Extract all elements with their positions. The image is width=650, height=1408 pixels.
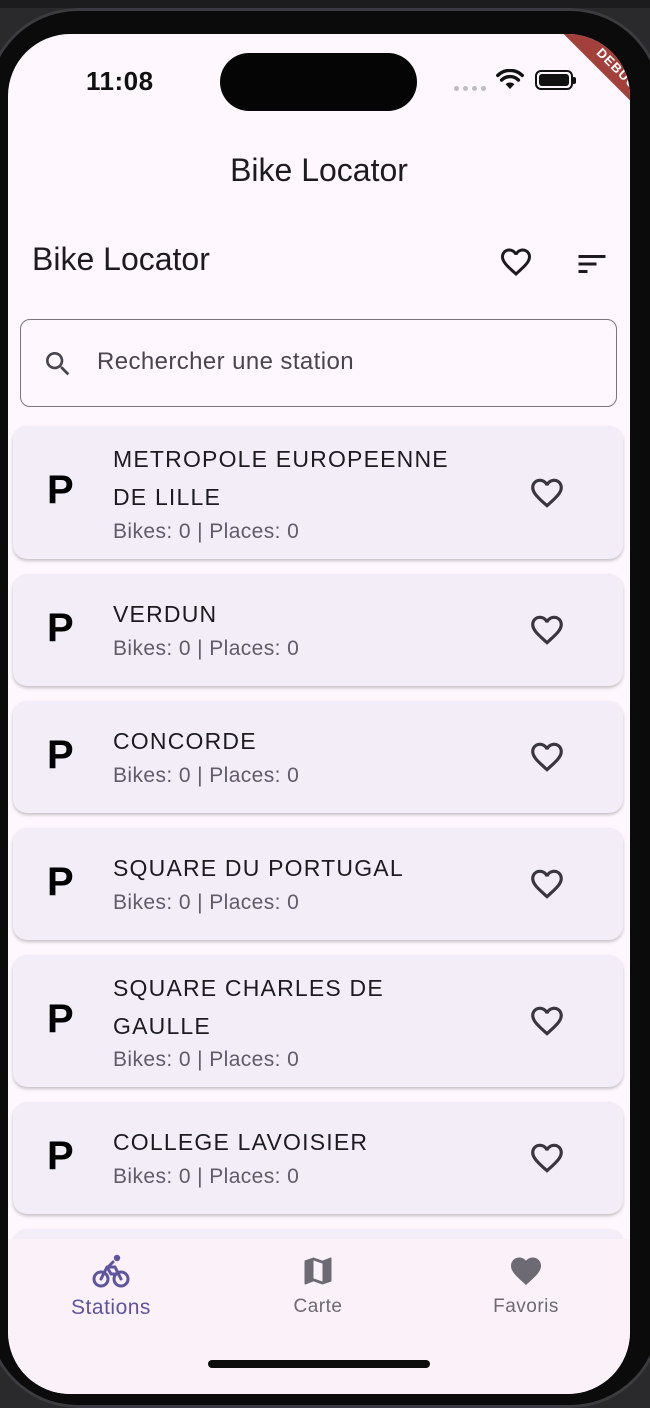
heart-filled-icon [511,1257,541,1286]
station-availability: Bikes: 0 | Places: 0 [113,891,300,914]
dynamic-island [220,53,417,111]
nav-favoris-label: Favoris [493,1296,559,1317]
favorite-outline-icon[interactable] [528,1139,566,1177]
nav-favoris[interactable]: Favoris [446,1253,606,1318]
top-edge [0,0,650,8]
station-availability: Bikes: 0 | Places: 0 [113,1048,300,1071]
parking-icon: P [47,606,74,650]
search-field[interactable]: Rechercher une station [20,319,617,407]
favorite-outline-icon[interactable] [528,738,566,776]
app-title: Bike Locator [230,152,408,188]
station-card[interactable]: P METROPOLE EUROPEENNE DE LILLE Bikes: 0… [13,426,623,559]
search-placeholder: Rechercher une station [97,348,354,375]
station-name: SQUARE CHARLES DE GAULLE [113,975,384,1039]
station-card[interactable]: P COLLEGE LAVOISIER Bikes: 0 | Places: 0 [13,1102,623,1214]
parking-icon: P [47,997,74,1041]
station-name: VERDUN [113,601,218,627]
station-name: METROPOLE EUROPEENNE DE LILLE [113,446,449,510]
nav-stations[interactable]: Stations [31,1253,191,1320]
status-time: 11:08 [86,66,154,96]
nav-carte-label: Carte [293,1296,343,1317]
home-indicator [208,1360,430,1368]
parking-icon: P [47,1134,74,1178]
station-name: CONCORDE [113,728,257,754]
bottom-navigation: Stations Carte Favoris [8,1239,630,1394]
nav-carte[interactable]: Carte [238,1253,398,1318]
favorite-outline-icon[interactable] [528,474,566,512]
wifi-icon [496,69,524,89]
favorite-outline-icon[interactable] [528,865,566,903]
signal-icon [454,86,486,91]
page-title: Bike Locator [32,241,210,277]
favorite-outline-icon[interactable] [498,244,534,280]
map-icon [304,1257,332,1285]
debug-banner: DEBUG [534,34,630,130]
search-icon [46,352,70,376]
station-card[interactable]: P VERDUN Bikes: 0 | Places: 0 [13,574,623,686]
phone-screen: 11:08 DEBUG Bike Locator Bike Locator Re… [8,34,630,1394]
station-availability: Bikes: 0 | Places: 0 [113,637,300,660]
parking-icon: P [47,733,74,777]
bike-icon [92,1254,130,1288]
station-availability: Bikes: 0 | Places: 0 [113,764,300,787]
nav-stations-label: Stations [71,1296,151,1319]
debug-label: DEBUG [554,34,630,130]
station-availability: Bikes: 0 | Places: 0 [113,520,300,543]
station-card[interactable]: P CONCORDE Bikes: 0 | Places: 0 [13,701,623,813]
station-name: SQUARE DU PORTUGAL [113,855,404,881]
favorite-outline-icon[interactable] [528,1002,566,1040]
favorite-outline-icon[interactable] [528,611,566,649]
parking-icon: P [47,860,74,904]
parking-icon: P [47,468,74,512]
station-availability: Bikes: 0 | Places: 0 [113,1165,300,1188]
station-card[interactable]: P SQUARE DU PORTUGAL Bikes: 0 | Places: … [13,828,623,940]
station-card[interactable]: P SQUARE CHARLES DE GAULLE Bikes: 0 | Pl… [13,955,623,1087]
station-name: COLLEGE LAVOISIER [113,1129,369,1155]
sort-icon[interactable] [574,246,610,282]
